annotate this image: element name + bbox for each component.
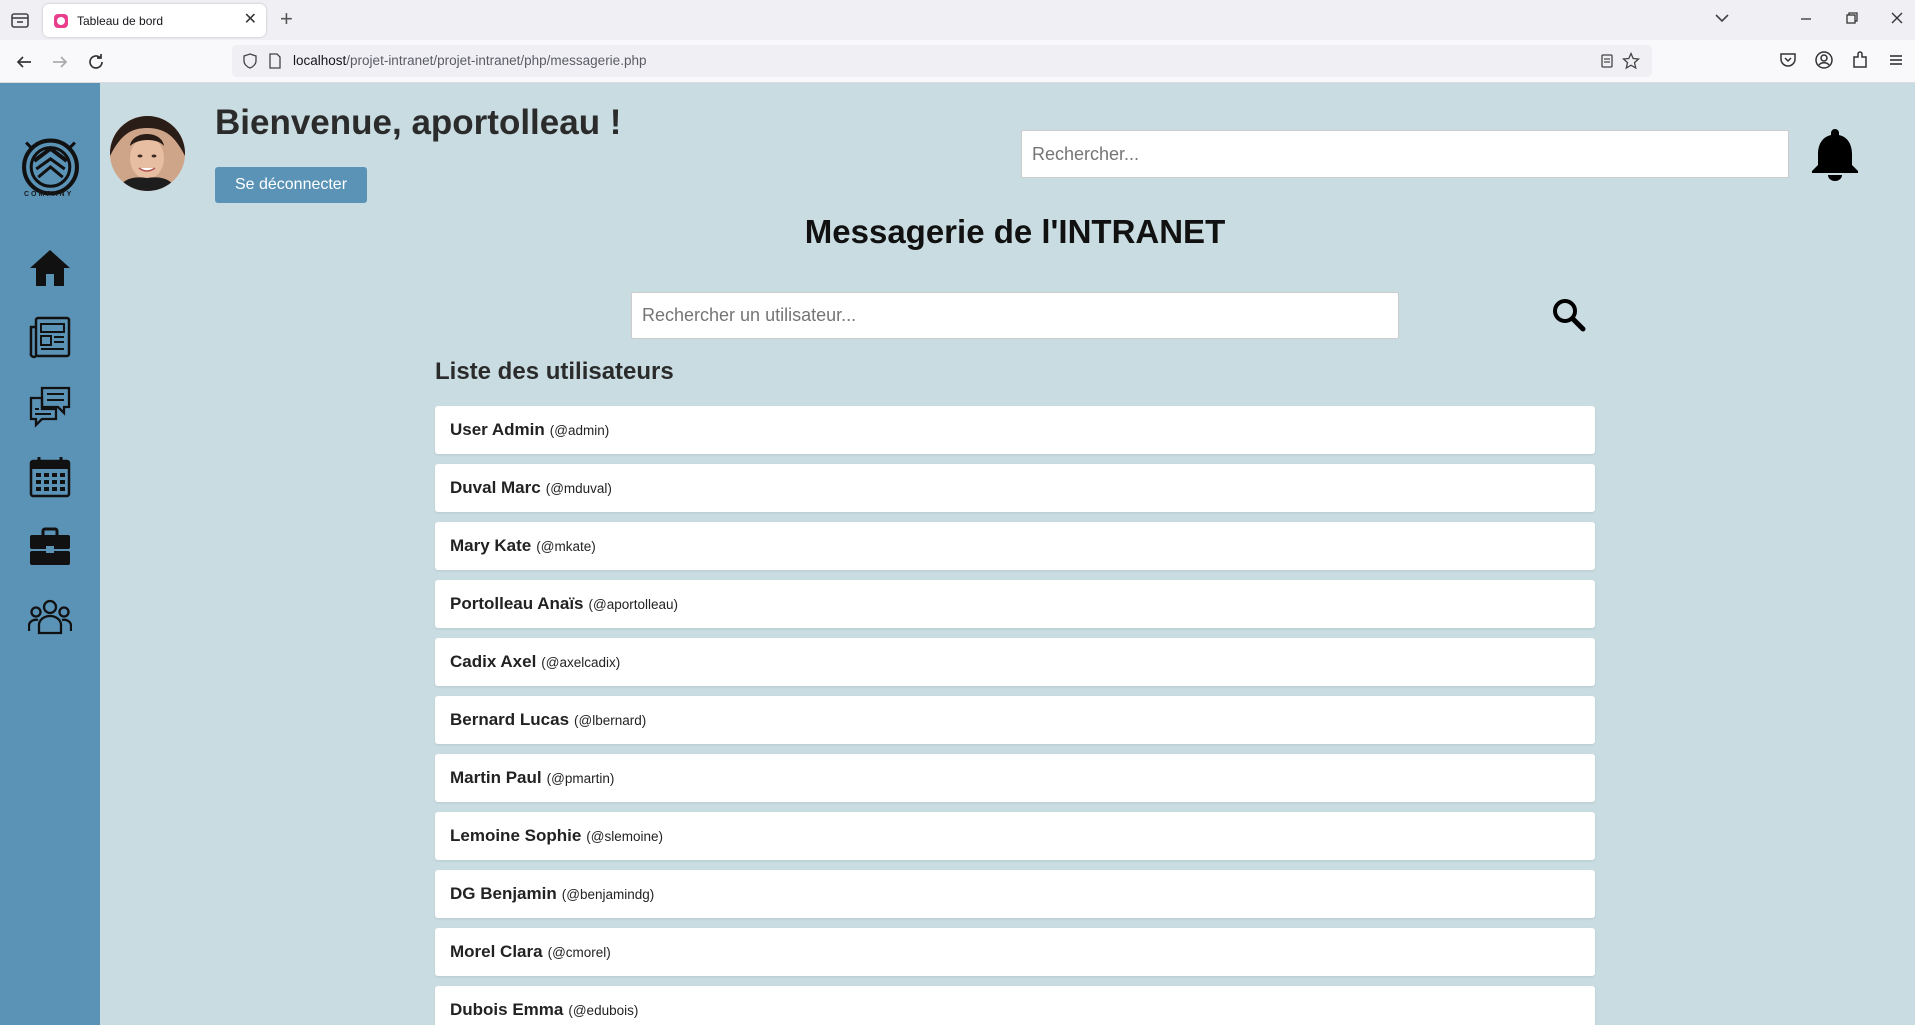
close-tab-icon[interactable]: ✕ xyxy=(244,11,257,29)
user-handle: (@edubois) xyxy=(568,1002,639,1018)
welcome-heading: Bienvenue, aportolleau ! xyxy=(215,103,622,142)
user-list-item[interactable]: DG Benjamin (@benjamindg) xyxy=(435,870,1595,918)
user-list-heading: Liste des utilisateurs xyxy=(435,358,674,385)
url-path: /projet-intranet/projet-intranet/php/mes… xyxy=(346,53,647,68)
reader-view-icon[interactable] xyxy=(1599,53,1615,69)
search-icon[interactable] xyxy=(1552,298,1586,332)
new-tab-icon[interactable]: + xyxy=(280,7,293,31)
user-name: User Admin xyxy=(450,420,545,439)
tab-title: Tableau de bord xyxy=(77,14,164,28)
team-icon[interactable] xyxy=(28,595,72,639)
pocket-icon[interactable] xyxy=(1778,50,1798,70)
restore-window-icon[interactable] xyxy=(1842,8,1862,28)
user-handle: (@admin) xyxy=(549,422,610,438)
back-arrow-icon[interactable] xyxy=(13,51,35,73)
chat-icon[interactable] xyxy=(28,385,72,429)
favicon-icon xyxy=(54,14,68,28)
home-icon[interactable] xyxy=(28,246,72,290)
logout-button[interactable]: Se déconnecter xyxy=(215,167,367,203)
user-list-item[interactable]: Lemoine Sophie (@slemoine) xyxy=(435,812,1595,860)
user-handle: (@lbernard) xyxy=(574,712,647,728)
extensions-icon[interactable] xyxy=(1850,50,1870,70)
page-info-icon[interactable] xyxy=(268,53,282,69)
user-list-item[interactable]: Bernard Lucas (@lbernard) xyxy=(435,696,1595,744)
user-handle: (@mduval) xyxy=(545,480,612,496)
logo-text: COMPANY xyxy=(24,191,74,198)
forward-arrow-icon[interactable] xyxy=(49,51,71,73)
user-name: Dubois Emma xyxy=(450,1000,564,1019)
user-name: Duval Marc xyxy=(450,478,541,497)
minimize-window-icon[interactable] xyxy=(1796,8,1816,28)
briefcase-icon[interactable] xyxy=(28,525,72,569)
user-list-item[interactable]: Mary Kate (@mkate) xyxy=(435,522,1595,570)
user-handle: (@slemoine) xyxy=(586,828,664,844)
user-list-item[interactable]: Duval Marc (@mduval) xyxy=(435,464,1595,512)
user-list-item[interactable]: User Admin (@admin) xyxy=(435,406,1595,454)
user-handle: (@benjamindg) xyxy=(561,886,655,902)
notification-bell-icon[interactable] xyxy=(1811,127,1859,181)
page-title: Messagerie de l'INTRANET xyxy=(804,213,1226,250)
menu-icon[interactable] xyxy=(1886,50,1906,70)
user-name: Bernard Lucas xyxy=(450,710,570,729)
address-bar[interactable]: localhost/projet-intranet/projet-intrane… xyxy=(232,45,1652,77)
user-list-item[interactable]: Morel Clara (@cmorel) xyxy=(435,928,1595,976)
user-name: Lemoine Sophie xyxy=(450,826,582,845)
user-name: Cadix Axel xyxy=(450,652,537,671)
avatar[interactable] xyxy=(110,116,185,191)
user-name: Portolleau Anaïs xyxy=(450,594,584,613)
chevron-down-icon[interactable] xyxy=(1712,8,1732,28)
user-name: Martin Paul xyxy=(450,768,542,787)
shield-icon[interactable] xyxy=(242,53,258,69)
user-handle: (@aportolleau) xyxy=(588,596,679,612)
account-icon[interactable] xyxy=(1814,50,1834,70)
user-handle: (@pmartin) xyxy=(546,770,615,786)
reload-icon[interactable] xyxy=(85,51,107,73)
user-name: DG Benjamin xyxy=(450,884,557,903)
user-handle: (@mkate) xyxy=(536,538,596,554)
browser-tab-bar: Tableau de bord ✕ + xyxy=(0,0,1915,40)
user-search-input[interactable] xyxy=(631,292,1399,339)
calendar-icon[interactable] xyxy=(28,455,72,499)
browser-nav-bar: localhost/projet-intranet/projet-intrane… xyxy=(0,40,1915,83)
user-list: User Admin (@admin) Duval Marc (@mduval) M… xyxy=(435,406,1595,1025)
tab-list-icon[interactable] xyxy=(8,9,32,31)
user-list-item[interactable]: Portolleau Anaïs (@aportolleau) xyxy=(435,580,1595,628)
bookmark-star-icon[interactable] xyxy=(1622,52,1640,70)
global-search-input[interactable] xyxy=(1021,130,1789,178)
close-window-icon[interactable] xyxy=(1887,8,1907,28)
user-name: Morel Clara xyxy=(450,942,543,961)
browser-tab[interactable]: Tableau de bord ✕ xyxy=(43,4,266,37)
newspaper-icon[interactable] xyxy=(28,315,72,359)
url-host: localhost xyxy=(293,53,347,68)
user-list-item[interactable]: Cadix Axel (@axelcadix) xyxy=(435,638,1595,686)
user-handle: (@axelcadix) xyxy=(541,654,621,670)
user-handle: (@cmorel) xyxy=(547,944,611,960)
user-name: Mary Kate xyxy=(450,536,532,555)
user-list-item[interactable]: Dubois Emma (@edubois) xyxy=(435,986,1595,1025)
user-list-item[interactable]: Martin Paul (@pmartin) xyxy=(435,754,1595,802)
url-text[interactable]: localhost/projet-intranet/projet-intrane… xyxy=(293,53,646,68)
